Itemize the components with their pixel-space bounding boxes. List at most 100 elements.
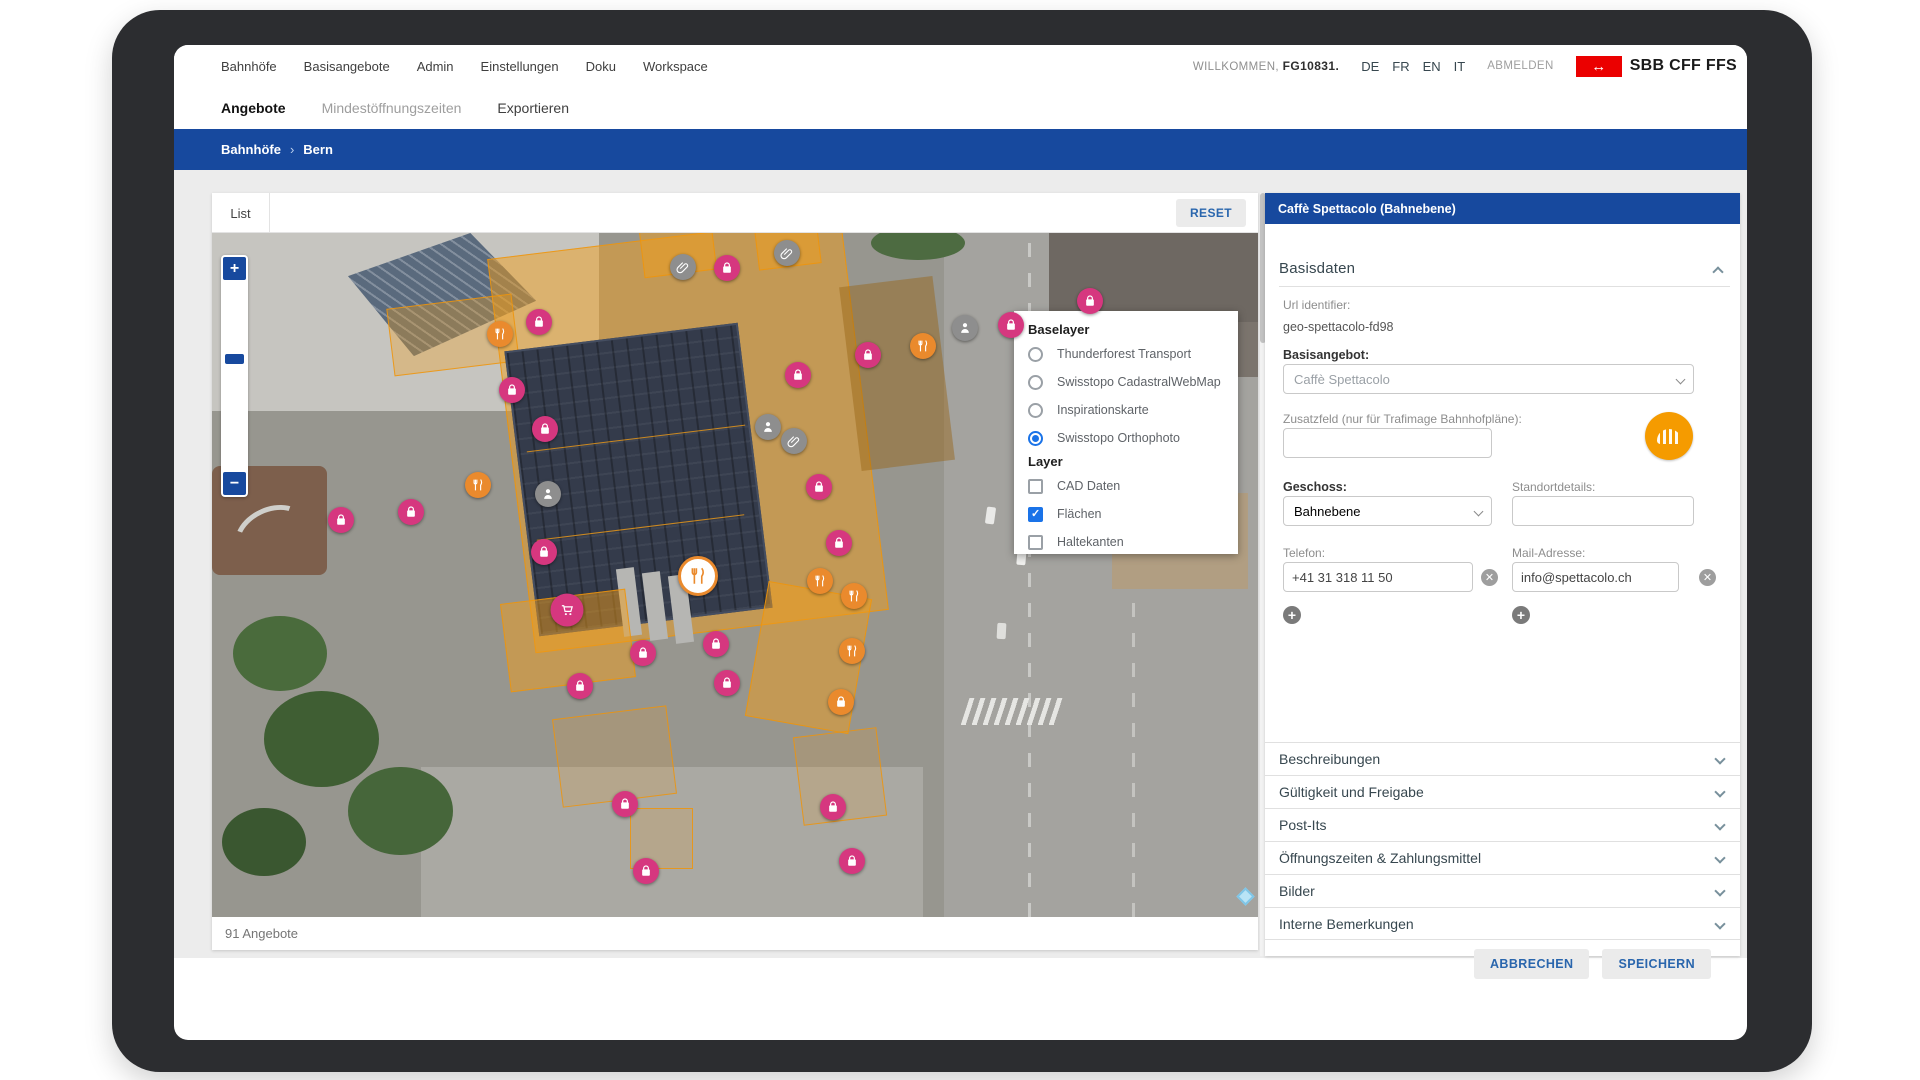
- map-viewport[interactable]: + − Baselayer Thunderforest TransportSwi…: [212, 233, 1258, 917]
- paperclip-marker[interactable]: [670, 254, 696, 280]
- layer-option-cad-daten[interactable]: CAD Daten: [1028, 472, 1224, 500]
- shopping-bag-marker[interactable]: [998, 312, 1024, 338]
- nav-item-doku[interactable]: Doku: [586, 59, 616, 74]
- sbb-logo[interactable]: ↔ SBB CFF FFS: [1576, 56, 1737, 77]
- person-marker[interactable]: [755, 414, 781, 440]
- lang-fr[interactable]: FR: [1392, 59, 1409, 74]
- standortdetails-input[interactable]: [1512, 496, 1694, 526]
- tree: [264, 691, 379, 787]
- restaurant-marker[interactable]: [678, 556, 718, 596]
- mail-adresse-input[interactable]: [1512, 562, 1679, 592]
- shopping-bag-marker[interactable]: [839, 848, 865, 874]
- nav-item-bahnhoefe[interactable]: Bahnhöfe: [221, 59, 277, 74]
- checkbox-icon[interactable]: [1028, 479, 1043, 494]
- tab-exportieren[interactable]: Exportieren: [497, 100, 569, 116]
- baselayer-option-swisstopo-orthophoto[interactable]: Swisstopo Orthophoto: [1028, 424, 1224, 452]
- section-beschreibungen[interactable]: Beschreibungen: [1265, 742, 1740, 775]
- zoom-slider-handle[interactable]: [225, 354, 244, 364]
- section-post-its[interactable]: Post-Its: [1265, 808, 1740, 841]
- shopping-bag-marker[interactable]: [633, 858, 659, 884]
- checkbox-checked-icon[interactable]: [1028, 507, 1043, 522]
- nav-item-basisangebote[interactable]: Basisangebote: [304, 59, 390, 74]
- chevron-up-icon[interactable]: [1712, 266, 1723, 277]
- layer-option-haltekanten[interactable]: Haltekanten: [1028, 528, 1224, 556]
- add-mail-button[interactable]: +: [1512, 606, 1530, 624]
- reset-button[interactable]: RESET: [1176, 199, 1246, 227]
- restaurant-marker[interactable]: [487, 321, 513, 347]
- shopping-bag-marker[interactable]: [806, 474, 832, 500]
- save-button[interactable]: SPEICHERN: [1602, 949, 1711, 979]
- shopping-bag-marker[interactable]: [1077, 288, 1103, 314]
- person-marker[interactable]: [535, 481, 561, 507]
- lang-de[interactable]: DE: [1361, 59, 1379, 74]
- shopping-bag-marker[interactable]: [398, 499, 424, 525]
- shopping-bag-marker[interactable]: [785, 362, 811, 388]
- basisdaten-section-header[interactable]: Basisdaten: [1279, 260, 1355, 277]
- list-tab[interactable]: List: [212, 193, 270, 233]
- shopping-bag-marker[interactable]: [567, 673, 593, 699]
- section-gueltigkeit-und-freigabe[interactable]: Gültigkeit und Freigabe: [1265, 775, 1740, 808]
- radio-selected-icon[interactable]: [1028, 431, 1043, 446]
- restaurant-marker[interactable]: [807, 568, 833, 594]
- basisangebot-select[interactable]: Caffè Spettacolo: [1283, 364, 1694, 394]
- shopping-bag-marker[interactable]: [820, 794, 846, 820]
- app-screen: Bahnhöfe Basisangebote Admin Einstellung…: [174, 45, 1747, 1040]
- shopping-bag-marker[interactable]: [328, 507, 354, 533]
- zoom-control: + −: [221, 255, 248, 497]
- lang-it[interactable]: IT: [1454, 59, 1466, 74]
- clear-telefon-icon[interactable]: ✕: [1481, 569, 1498, 586]
- shopping-bag-marker[interactable]: [828, 689, 854, 715]
- nav-item-workspace[interactable]: Workspace: [643, 59, 708, 74]
- layer-option-flächen[interactable]: Flächen: [1028, 500, 1224, 528]
- logout-link[interactable]: ABMELDEN: [1487, 60, 1553, 72]
- restaurant-marker[interactable]: [910, 333, 936, 359]
- option-label: Inspirationskarte: [1057, 403, 1149, 417]
- zoom-in-button[interactable]: +: [223, 257, 246, 280]
- section-bilder[interactable]: Bilder: [1265, 874, 1740, 907]
- nav-item-admin[interactable]: Admin: [417, 59, 454, 74]
- restaurant-marker[interactable]: [839, 638, 865, 664]
- lang-en[interactable]: EN: [1423, 59, 1441, 74]
- zusatzfeld-input[interactable]: [1283, 428, 1492, 458]
- caffe-spettacolo-logo: [1645, 412, 1693, 460]
- cart-marker[interactable]: [550, 593, 583, 626]
- geschoss-select[interactable]: Bahnebene: [1283, 496, 1492, 526]
- add-telefon-button[interactable]: +: [1283, 606, 1301, 624]
- map-toolbar: List RESET: [212, 193, 1258, 233]
- zoom-out-button[interactable]: −: [223, 472, 246, 495]
- baselayer-option-thunderforest-transport[interactable]: Thunderforest Transport: [1028, 340, 1224, 368]
- shopping-bag-marker[interactable]: [714, 255, 740, 281]
- shopping-bag-marker[interactable]: [855, 342, 881, 368]
- baselayer-option-swisstopo-cadastralwebmap[interactable]: Swisstopo CadastralWebMap: [1028, 368, 1224, 396]
- baselayer-option-inspirationskarte[interactable]: Inspirationskarte: [1028, 396, 1224, 424]
- shopping-bag-marker[interactable]: [714, 670, 740, 696]
- restaurant-marker[interactable]: [465, 472, 491, 498]
- shopping-bag-marker[interactable]: [531, 539, 557, 565]
- url-identifier-label: Url identifier:: [1283, 298, 1350, 312]
- nav-item-einstellungen[interactable]: Einstellungen: [481, 59, 559, 74]
- paperclip-marker[interactable]: [781, 428, 807, 454]
- clear-mail-icon[interactable]: ✕: [1699, 569, 1716, 586]
- shopping-bag-marker[interactable]: [826, 530, 852, 556]
- radio-icon[interactable]: [1028, 347, 1043, 362]
- radio-icon[interactable]: [1028, 403, 1043, 418]
- tab-angebote[interactable]: Angebote: [221, 100, 286, 116]
- checkbox-icon[interactable]: [1028, 535, 1043, 550]
- section-interne-bemerkungen[interactable]: Interne Bemerkungen: [1265, 907, 1740, 940]
- shopping-bag-marker[interactable]: [532, 416, 558, 442]
- person-marker[interactable]: [952, 315, 978, 341]
- cancel-button[interactable]: ABBRECHEN: [1474, 949, 1589, 979]
- shopping-bag-marker[interactable]: [630, 640, 656, 666]
- shopping-bag-marker[interactable]: [703, 631, 729, 657]
- shopping-bag-marker[interactable]: [612, 791, 638, 817]
- section-oeffnungszeiten-zahlungsmittel[interactable]: Öffnungszeiten & Zahlungsmittel: [1265, 841, 1740, 874]
- detail-panel: Caffè Spettacolo (Bahnebene) Basisdaten …: [1265, 193, 1740, 956]
- paperclip-marker[interactable]: [774, 240, 800, 266]
- tab-mindestoeffnungszeiten[interactable]: Mindestöffnungszeiten: [322, 100, 462, 116]
- telefon-input[interactable]: [1283, 562, 1473, 592]
- shopping-bag-marker[interactable]: [526, 309, 552, 335]
- restaurant-marker[interactable]: [841, 583, 867, 609]
- radio-icon[interactable]: [1028, 375, 1043, 390]
- breadcrumb-root[interactable]: Bahnhöfe: [221, 142, 281, 157]
- shopping-bag-marker[interactable]: [499, 377, 525, 403]
